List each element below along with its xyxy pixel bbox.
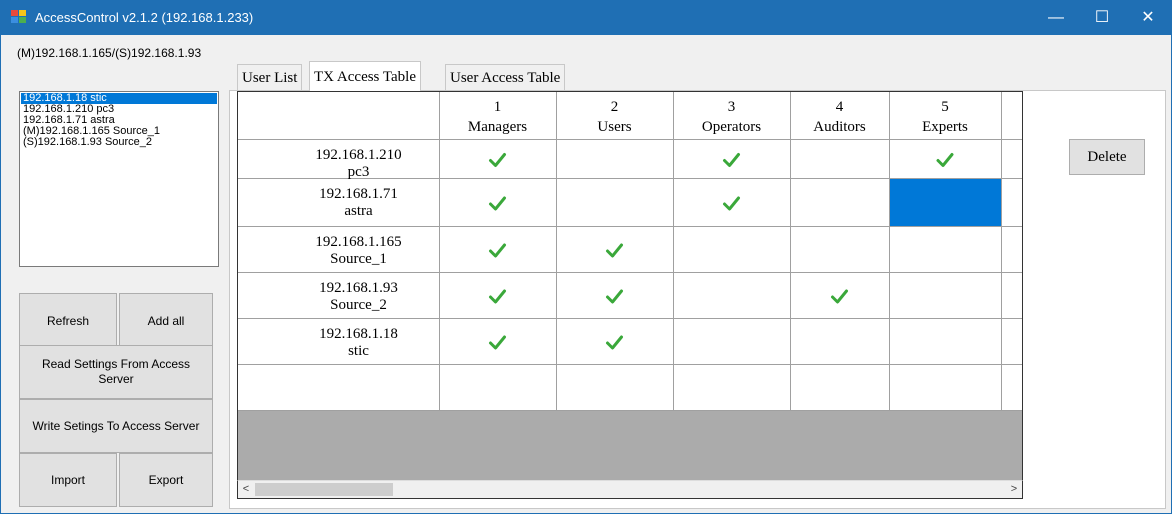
device-list-item[interactable]: (S)192.168.1.93 Source_2 xyxy=(21,137,217,148)
column-header-number: 2 xyxy=(611,99,619,115)
column-header-name: Operators xyxy=(702,119,761,135)
app-window: AccessControl v2.1.2 (192.168.1.233) — ☐… xyxy=(0,0,1172,514)
row-header-name: stic xyxy=(348,343,369,359)
row-header-name: Source_2 xyxy=(330,297,387,313)
column-header-name: Users xyxy=(597,119,631,135)
row-header-ip: 192.168.1.93 xyxy=(319,280,398,296)
column-header-name: Experts xyxy=(922,119,968,135)
row-header-ip: 192.168.1.18 xyxy=(319,326,398,342)
access-grid-canvas[interactable]: 1 Managers 2 Users 3 Operators 4 Auditors 5 Exper… xyxy=(238,92,1023,499)
access-grid[interactable]: 1 Managers 2 Users 3 Operators 4 Auditors 5 Exper… xyxy=(237,91,1023,499)
row-header-ip: 192.168.1.71 xyxy=(319,186,398,202)
export-button[interactable]: Export xyxy=(119,453,213,507)
column-header-name: Managers xyxy=(468,119,527,135)
import-button[interactable]: Import xyxy=(19,453,117,507)
maximize-button[interactable]: ☐ xyxy=(1079,1,1125,35)
title-bar[interactable]: AccessControl v2.1.2 (192.168.1.233) — ☐… xyxy=(1,1,1171,35)
column-header-number: 5 xyxy=(941,99,949,115)
column-header-number: 3 xyxy=(728,99,736,115)
app-icon xyxy=(11,10,27,24)
scroll-thumb[interactable] xyxy=(255,483,393,496)
window-title: AccessControl v2.1.2 (192.168.1.233) xyxy=(35,10,254,25)
read-settings-button[interactable]: Read Settings From Access Server xyxy=(19,345,213,399)
delete-button[interactable]: Delete xyxy=(1069,139,1145,175)
minimize-button[interactable]: — xyxy=(1033,1,1079,35)
row-header-name: pc3 xyxy=(348,164,370,180)
scroll-right-arrow[interactable]: > xyxy=(1006,481,1022,498)
close-button[interactable]: ✕ xyxy=(1125,1,1171,35)
column-header-number: 1 xyxy=(494,99,502,115)
row-header-name: astra xyxy=(344,203,373,219)
write-settings-button[interactable]: Write Setings To Access Server xyxy=(19,399,213,453)
device-listbox[interactable]: 192.168.1.18 stic 192.168.1.210 pc3 192.16… xyxy=(19,91,219,267)
row-header-ip: 192.168.1.165 xyxy=(315,234,401,250)
tab-user-list[interactable]: User List xyxy=(237,64,303,90)
tab-tx-access-table[interactable]: TX Access Table xyxy=(309,61,421,91)
master-slave-label: (M)192.168.1.165/(S)192.168.1.93 xyxy=(17,46,202,60)
row-header-ip: 192.168.1.210 xyxy=(315,147,401,163)
column-header-number: 4 xyxy=(836,99,844,115)
row-header-name: Source_1 xyxy=(330,251,387,267)
refresh-button[interactable]: Refresh xyxy=(19,293,117,349)
scroll-left-arrow[interactable]: < xyxy=(238,481,254,498)
selected-cell[interactable] xyxy=(890,179,1001,226)
tab-user-access-table[interactable]: User Access Table xyxy=(445,64,566,90)
column-header-name: Auditors xyxy=(813,119,866,135)
horizontal-scrollbar[interactable]: < > xyxy=(237,480,1023,499)
add-all-button[interactable]: Add all xyxy=(119,293,213,349)
